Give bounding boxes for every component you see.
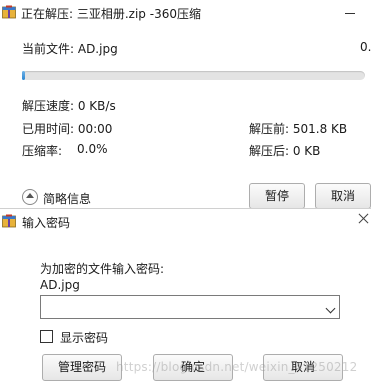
size-before-label: 解压前: 501.8 KB bbox=[249, 122, 348, 136]
encrypted-filename: AD.jpg bbox=[40, 278, 80, 292]
manage-password-button[interactable]: 管理密码 bbox=[42, 354, 122, 381]
archive-app-icon bbox=[2, 5, 16, 19]
collapse-details-icon[interactable] bbox=[22, 189, 38, 205]
chevron-down-icon[interactable] bbox=[325, 303, 336, 314]
watermark-text: https://blog.csdn.net/weixin_41250212 bbox=[116, 360, 358, 374]
current-file-percent: 0. bbox=[360, 40, 371, 54]
brief-info-toggle[interactable]: 简略信息 bbox=[43, 190, 91, 207]
show-password-label[interactable]: 显示密码 bbox=[60, 329, 108, 346]
extract-titlebar: 正在解压: 三亚相册.zip -360压缩 bbox=[0, 0, 371, 26]
password-dialog-title: 输入密码 bbox=[22, 216, 71, 230]
password-prompt: 为加密的文件输入密码: bbox=[40, 262, 165, 276]
compression-ratio-value: 0.0% bbox=[77, 142, 108, 156]
speed-label: 解压速度: 0 KB/s bbox=[22, 99, 116, 113]
password-input[interactable] bbox=[40, 295, 340, 319]
password-dialog: 输入密码 为加密的文件输入密码: AD.jpg 显示密码 管理密码 确定 取消 bbox=[0, 208, 371, 382]
current-file-label: 当前文件: AD.jpg bbox=[22, 42, 118, 56]
extract-progress-fill bbox=[22, 71, 25, 80]
extract-window-title: 正在解压: 三亚相册.zip -360压缩 bbox=[21, 7, 201, 21]
extract-cancel-button[interactable]: 取消 bbox=[315, 183, 371, 209]
close-icon[interactable] bbox=[357, 212, 371, 226]
elapsed-time-label: 已用时间: 00:00 bbox=[22, 122, 113, 136]
size-after-label: 解压后: 0 KB bbox=[249, 144, 321, 158]
extract-progress-bar bbox=[22, 71, 365, 80]
extract-window: 正在解压: 三亚相册.zip -360压缩 当前文件: AD.jpg 0. 解压… bbox=[0, 0, 371, 212]
password-dialog-titlebar: 输入密码 bbox=[0, 209, 371, 233]
minimize-button[interactable] bbox=[337, 3, 365, 23]
show-password-checkbox[interactable] bbox=[40, 330, 53, 343]
pause-button[interactable]: 暂停 bbox=[249, 183, 305, 209]
compression-ratio-label: 压缩率: bbox=[22, 144, 63, 158]
archive-app-icon bbox=[2, 214, 16, 228]
